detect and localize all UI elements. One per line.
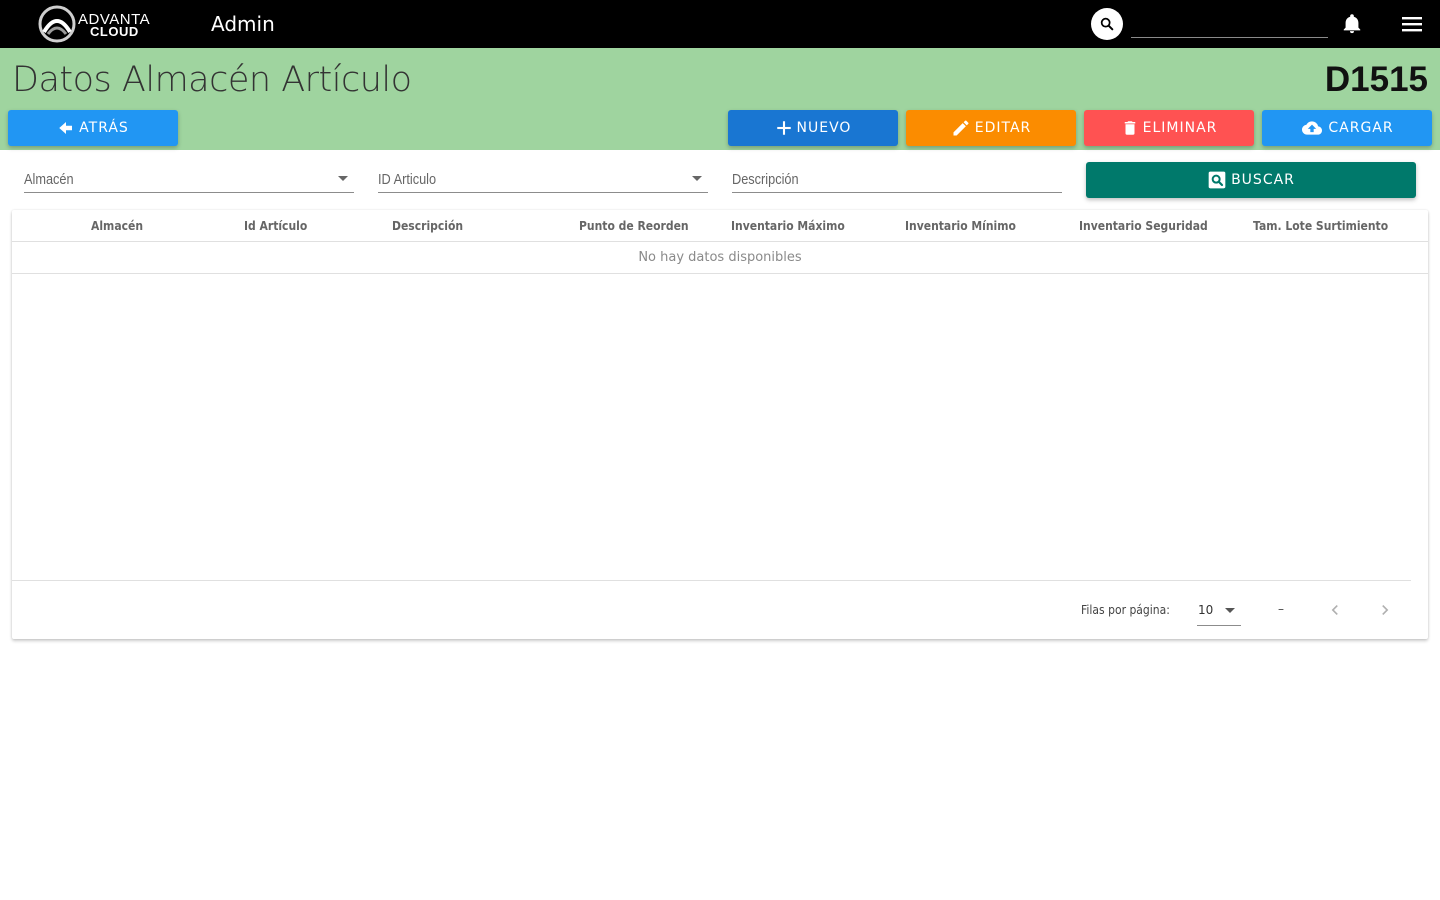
warehouse-select-label: Almacén <box>24 171 74 188</box>
page-header: Datos Almacén Artículo D1515 ATRÁS NUEVO… <box>0 48 1440 150</box>
upload-button[interactable]: CARGAR <box>1262 110 1432 146</box>
advanta-cloud-logo[interactable]: ADVANTA CLOUD <box>36 4 166 44</box>
page-range-text: – <box>1278 602 1284 616</box>
search-submit-button[interactable]: BUSCAR <box>1086 162 1416 198</box>
new-button-label: NUEVO <box>796 120 852 136</box>
table-header: Almacén Id Artículo Descripción Punto de… <box>12 210 1428 242</box>
column-header-item-id[interactable]: Id Artículo <box>244 219 307 233</box>
delete-button[interactable]: ELIMINAR <box>1084 110 1254 146</box>
app-title: Admin <box>211 12 275 36</box>
rows-per-page-value: 10 <box>1198 603 1214 617</box>
bell-icon[interactable] <box>1341 12 1363 36</box>
column-header-safety-inventory[interactable]: Inventario Seguridad <box>1079 219 1208 233</box>
column-header-max-inventory[interactable]: Inventario Máximo <box>731 219 845 233</box>
back-button[interactable]: ATRÁS <box>8 110 178 146</box>
rows-per-page-label: Filas por página: <box>1081 603 1170 617</box>
search-icon <box>1100 17 1114 31</box>
global-search-input[interactable] <box>1131 10 1328 38</box>
arrow-left-icon <box>59 122 73 134</box>
column-header-min-inventory[interactable]: Inventario Mínimo <box>905 219 1016 233</box>
edit-button[interactable]: EDITAR <box>906 110 1076 146</box>
chevron-left-icon[interactable] <box>1325 600 1345 620</box>
search-button[interactable] <box>1091 8 1123 40</box>
delete-button-label: ELIMINAR <box>1142 120 1218 136</box>
empty-state-message: No hay datos disponibles <box>638 250 802 265</box>
back-button-label: ATRÁS <box>79 120 129 136</box>
table-row: No hay datos disponibles <box>12 242 1428 274</box>
chevron-right-icon[interactable] <box>1375 600 1395 620</box>
page-title: Datos Almacén Artículo <box>12 60 412 100</box>
item-id-select-label: ID Articulo <box>378 171 437 188</box>
cloud-upload-icon <box>1302 121 1323 135</box>
logo-emblem-icon <box>38 5 76 43</box>
plus-icon <box>776 121 791 135</box>
upload-button-label: CARGAR <box>1328 120 1394 136</box>
search-box-icon <box>1208 171 1226 189</box>
menu-icon[interactable] <box>1400 14 1424 34</box>
description-input[interactable]: Descripción <box>732 166 1062 193</box>
logo-text-cloud: CLOUD <box>90 24 139 39</box>
pencil-icon <box>953 120 969 136</box>
page-code: D1515 <box>1324 60 1428 99</box>
rows-per-page-select[interactable]: 10 <box>1197 598 1241 626</box>
chevron-down-icon <box>338 176 348 181</box>
top-app-bar: ADVANTA CLOUD Admin <box>0 0 1440 48</box>
table-footer-divider <box>12 580 1411 581</box>
column-header-reorder-point[interactable]: Punto de Reorden <box>579 219 689 233</box>
description-input-label: Descripción <box>732 171 799 188</box>
column-header-lot-size[interactable]: Tam. Lote Surtimiento <box>1253 219 1388 233</box>
search-submit-label: BUSCAR <box>1231 172 1295 188</box>
edit-button-label: EDITAR <box>974 120 1032 136</box>
item-id-select[interactable]: ID Articulo <box>378 166 708 193</box>
data-table: Almacén Id Artículo Descripción Punto de… <box>12 210 1428 639</box>
trash-icon <box>1124 121 1135 135</box>
chevron-down-icon <box>1225 608 1235 613</box>
column-header-description[interactable]: Descripción <box>392 219 463 233</box>
chevron-down-icon <box>692 176 702 181</box>
warehouse-select[interactable]: Almacén <box>24 166 354 193</box>
new-button[interactable]: NUEVO <box>728 110 898 146</box>
column-header-warehouse[interactable]: Almacén <box>91 219 143 233</box>
